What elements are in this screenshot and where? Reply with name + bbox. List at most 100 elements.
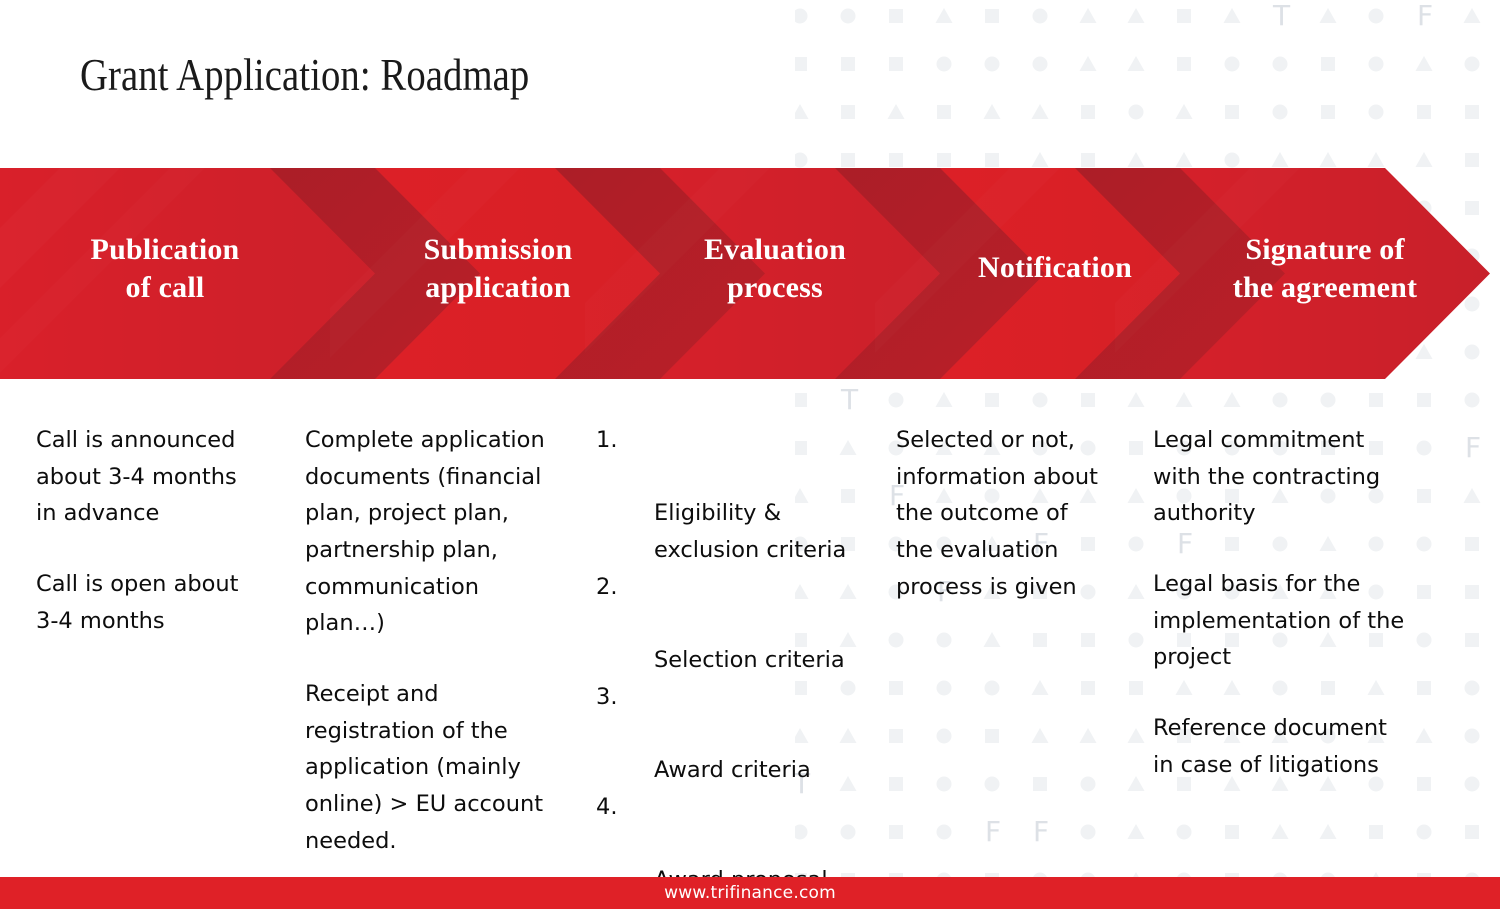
detail-paragraph: Legal commitment with the contracting au… xyxy=(1153,427,1381,527)
circle-icon xyxy=(1464,56,1480,72)
circle-icon xyxy=(1128,104,1144,120)
square-icon xyxy=(937,105,951,119)
circle-icon xyxy=(1080,776,1096,792)
square-icon xyxy=(1081,105,1095,119)
triangle-icon xyxy=(1415,56,1433,71)
circle-icon xyxy=(1416,824,1432,840)
triangle-icon xyxy=(1127,776,1145,791)
square-icon xyxy=(1465,825,1479,839)
square-icon xyxy=(1321,105,1335,119)
square-icon xyxy=(1417,393,1431,407)
square-icon xyxy=(1081,153,1095,167)
triangle-icon xyxy=(1223,8,1241,23)
circle-icon xyxy=(936,824,952,840)
letter-t-icon: T xyxy=(1272,0,1291,32)
triangle-icon xyxy=(1175,104,1193,119)
roadmap-step-label-2: Submission application xyxy=(423,233,573,304)
page-title: Grant Application: Roadmap xyxy=(80,50,530,100)
square-icon xyxy=(889,777,903,791)
square-icon xyxy=(1369,825,1383,839)
detail-column-evaluation: 1. Eligibility & exclusion criteria 2. S… xyxy=(596,422,866,899)
circle-icon xyxy=(936,632,952,648)
detail-column-submission: Complete application documents (financia… xyxy=(305,422,563,859)
triangle-icon xyxy=(1031,728,1049,743)
footer-bar: www.trifinance.com xyxy=(0,877,1500,909)
square-icon xyxy=(1321,57,1335,71)
list-item-number: 1. xyxy=(596,427,618,453)
triangle-icon xyxy=(1079,8,1097,23)
square-icon xyxy=(889,153,903,167)
circle-icon xyxy=(1224,56,1240,72)
slide-root: TFTTTTFFFFFTFF Grant Application: Roadma… xyxy=(0,0,1500,909)
detail-paragraph: Call is open about 3-4 months xyxy=(36,571,239,634)
list-item: 1. Eligibility & exclusion criteria xyxy=(596,422,866,569)
triangle-icon xyxy=(1175,392,1193,407)
circle-icon xyxy=(984,56,1000,72)
detail-column-notification: Selected or not, information about the o… xyxy=(896,422,1121,605)
letter-t-icon: T xyxy=(840,383,859,416)
square-icon xyxy=(985,9,999,23)
square-icon xyxy=(1081,633,1095,647)
square-icon xyxy=(1465,633,1479,647)
evaluation-criteria-list: 1. Eligibility & exclusion criteria 2. S… xyxy=(596,422,866,899)
circle-icon xyxy=(936,728,952,744)
triangle-icon xyxy=(1175,152,1193,167)
circle-icon xyxy=(1464,392,1480,408)
square-icon xyxy=(889,681,903,695)
circle-icon xyxy=(1128,536,1144,552)
roadmap-step-label-1: Publication of call xyxy=(90,233,240,304)
square-icon xyxy=(1369,393,1383,407)
square-icon xyxy=(1465,585,1479,599)
list-item: 2. Selection criteria xyxy=(596,569,866,679)
detail-paragraph: Complete application documents (financia… xyxy=(305,427,545,637)
list-item: 3. Award criteria xyxy=(596,679,866,789)
triangle-icon xyxy=(935,8,953,23)
circle-icon xyxy=(795,152,808,168)
square-icon xyxy=(1465,153,1479,167)
triangle-icon xyxy=(1271,824,1289,839)
square-icon xyxy=(1465,105,1479,119)
list-item-label: Eligibility & exclusion criteria xyxy=(654,500,847,564)
triangle-icon xyxy=(1127,56,1145,71)
square-icon xyxy=(1033,777,1047,791)
circle-icon xyxy=(1464,728,1480,744)
circle-icon xyxy=(1368,56,1384,72)
square-icon xyxy=(1417,105,1431,119)
triangle-icon xyxy=(935,392,953,407)
square-icon xyxy=(937,153,951,167)
square-icon xyxy=(985,729,999,743)
circle-icon xyxy=(984,680,1000,696)
triangle-icon xyxy=(1127,728,1145,743)
triangle-icon xyxy=(1031,680,1049,695)
detail-column-publication: Call is announced about 3-4 months in ad… xyxy=(36,422,286,639)
square-icon xyxy=(889,57,903,71)
circle-icon xyxy=(984,776,1000,792)
circle-icon xyxy=(936,776,952,792)
circle-icon xyxy=(1032,8,1048,24)
circle-icon xyxy=(795,8,808,24)
circle-icon xyxy=(1368,8,1384,24)
circle-icon xyxy=(1320,392,1336,408)
list-item-label: Award criteria xyxy=(654,757,811,784)
square-icon xyxy=(1129,441,1143,455)
circle-icon xyxy=(936,680,952,696)
circle-icon xyxy=(888,632,904,648)
detail-paragraph: Selected or not, information about the o… xyxy=(896,427,1098,600)
roadmap-step-label-3: Evaluation process xyxy=(703,233,847,304)
circle-icon xyxy=(1224,152,1240,168)
roadmap-step-label-4: Notification xyxy=(977,251,1133,284)
circle-icon xyxy=(1272,392,1288,408)
circle-icon xyxy=(1464,680,1480,696)
square-icon xyxy=(795,57,807,71)
triangle-icon xyxy=(1127,488,1145,503)
triangle-icon xyxy=(1079,728,1097,743)
circle-icon xyxy=(1080,824,1096,840)
triangle-icon xyxy=(1031,152,1049,167)
circle-icon xyxy=(888,392,904,408)
triangle-icon xyxy=(1127,152,1145,167)
circle-icon xyxy=(1272,56,1288,72)
circle-icon xyxy=(1368,104,1384,120)
square-icon xyxy=(1225,105,1239,119)
triangle-icon xyxy=(1319,8,1337,23)
circle-icon xyxy=(1272,104,1288,120)
